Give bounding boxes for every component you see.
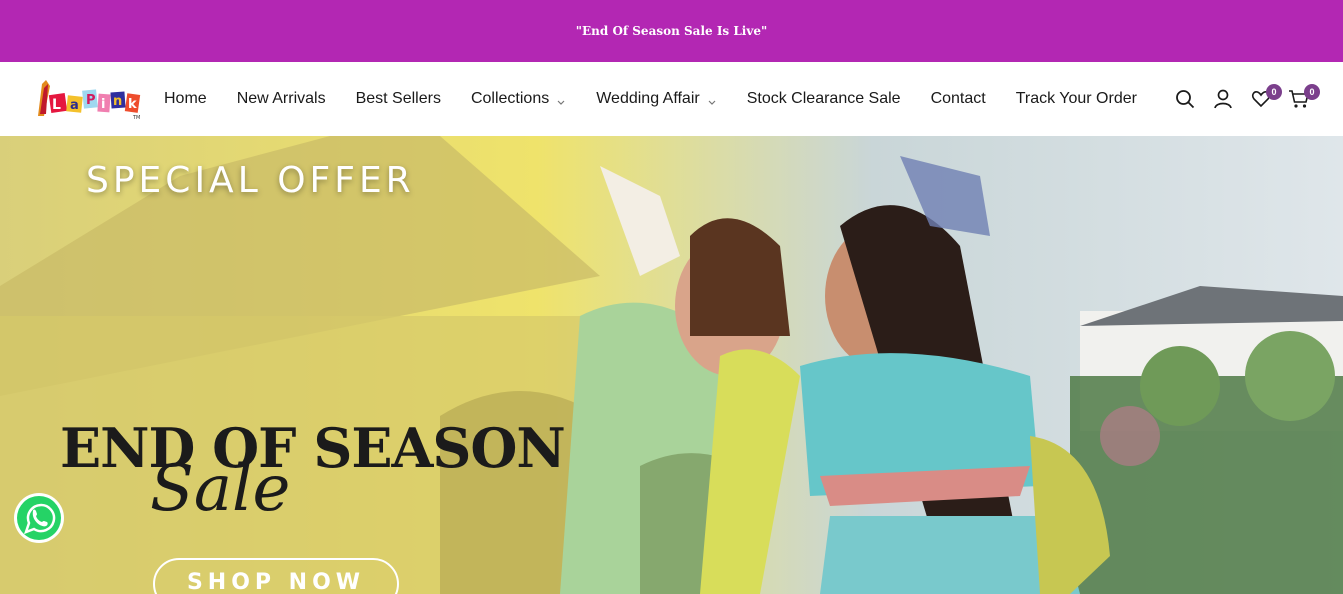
- heart-icon[interactable]: 0: [1250, 84, 1282, 110]
- nav-label: Stock Clearance Sale: [746, 90, 901, 107]
- nav-item-stock-clearance-sale[interactable]: Stock Clearance Sale: [747, 90, 901, 108]
- chevron-down-icon: [556, 94, 566, 105]
- hero-banner[interactable]: SPECIAL OFFER END OF SEASON Sale SHOP NO…: [0, 136, 1343, 594]
- user-icon[interactable]: [1212, 88, 1234, 110]
- nav-label: Collections: [470, 90, 550, 107]
- nav-item-best-sellers[interactable]: Best Sellers: [356, 90, 441, 108]
- chevron-down-icon: [707, 94, 717, 105]
- nav-item-home[interactable]: Home: [164, 90, 207, 108]
- announcement-bar: "End Of Season Sale Is Live": [0, 0, 1343, 62]
- announcement-text: "End Of Season Sale Is Live": [575, 24, 768, 38]
- nav-label: New Arrivals: [236, 90, 326, 107]
- cart-count-badge: 0: [1304, 84, 1320, 100]
- main-nav: Home New Arrivals Best Sellers Collectio…: [164, 62, 1167, 136]
- svg-text:n: n: [113, 94, 122, 109]
- nav-label: Home: [164, 90, 207, 107]
- svg-text:a: a: [70, 98, 79, 113]
- svg-text:TM: TM: [132, 115, 140, 120]
- wishlist-count-badge: 0: [1266, 84, 1282, 100]
- shop-now-button[interactable]: SHOP NOW: [153, 558, 399, 594]
- nav-item-wedding-affair[interactable]: Wedding Affair: [596, 90, 716, 108]
- nav-item-new-arrivals[interactable]: New Arrivals: [237, 90, 326, 108]
- nav-item-collections[interactable]: Collections: [471, 90, 566, 108]
- nav-item-contact[interactable]: Contact: [931, 90, 986, 108]
- hero-headline: END OF SEASON: [60, 416, 566, 480]
- svg-text:k: k: [128, 97, 137, 112]
- nav-label: Track Your Order: [1015, 90, 1137, 107]
- cart-icon[interactable]: 0: [1288, 84, 1320, 110]
- nav-label: Best Sellers: [355, 90, 441, 107]
- nav-item-track-your-order[interactable]: Track Your Order: [1016, 90, 1137, 108]
- search-icon[interactable]: [1174, 88, 1196, 110]
- hero-script-text: Sale: [150, 452, 291, 526]
- header-actions: 0 0: [1174, 62, 1320, 136]
- nav-label: Wedding Affair: [596, 90, 700, 107]
- nav-label: Contact: [930, 90, 986, 107]
- svg-text:i: i: [101, 97, 105, 112]
- brand-logo[interactable]: L a P i n k TM: [36, 78, 142, 121]
- hero-eyebrow: SPECIAL OFFER: [86, 160, 415, 201]
- whatsapp-icon[interactable]: [12, 491, 66, 545]
- svg-text:L: L: [52, 97, 61, 113]
- site-header: L a P i n k TM Home New Arrivals Best Se…: [0, 62, 1343, 136]
- svg-text:P: P: [86, 93, 96, 108]
